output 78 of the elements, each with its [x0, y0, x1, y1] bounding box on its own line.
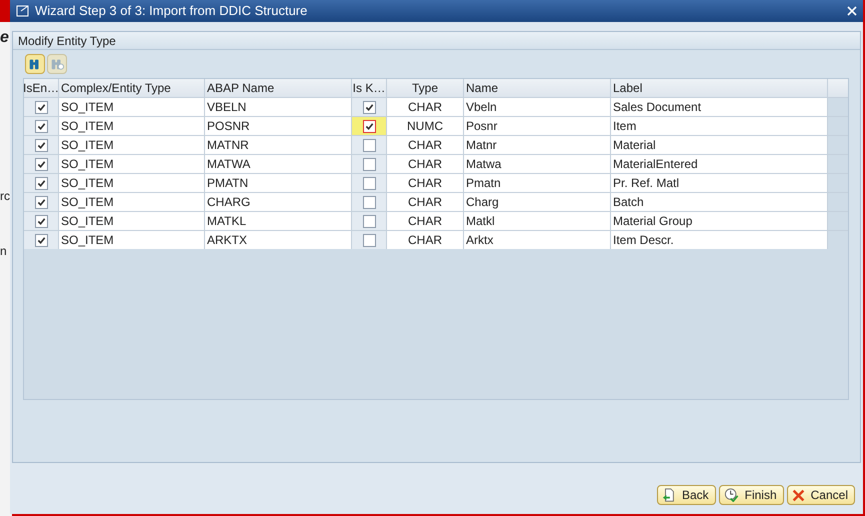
clock-check-icon [724, 488, 739, 502]
background-text: rc [0, 188, 10, 205]
table-cell: Material [611, 136, 828, 154]
checkbox[interactable] [362, 176, 376, 190]
table-cell: POSNR [205, 117, 352, 135]
find-button[interactable] [25, 54, 45, 74]
table-cell: Matwa [464, 155, 611, 173]
table-cell: MaterialEntered [611, 155, 828, 173]
table-cell: Batch [611, 193, 828, 211]
checkbox[interactable] [362, 234, 376, 246]
table-cell: Pr. Ref. Matl [611, 174, 828, 192]
checkbox[interactable] [362, 214, 376, 228]
table-cell: CHAR [387, 174, 464, 192]
table-cell: SO_ITEM [59, 193, 205, 211]
checkbox[interactable] [362, 138, 376, 152]
table-cell: CHAR [387, 98, 464, 116]
table-cell: MATNR [205, 136, 352, 154]
table-cell: SO_ITEM [59, 212, 205, 230]
window-icon [16, 5, 30, 17]
checkbox[interactable] [34, 214, 48, 228]
table-cell: Item [611, 117, 828, 135]
binoculars-icon [50, 57, 64, 71]
checkbox[interactable] [34, 176, 48, 190]
table-cell: CHAR [387, 212, 464, 230]
table-cell: NUMC [387, 117, 464, 135]
table-cell: CHAR [387, 193, 464, 211]
table-cell: SO_ITEM [59, 231, 205, 249]
checkbox[interactable] [34, 234, 48, 246]
table-cell: ARKTX [205, 231, 352, 249]
column-header[interactable]: IsEn… [24, 79, 59, 97]
finish-button[interactable]: Finish [718, 485, 784, 505]
panel-title: Modify Entity Type [18, 32, 116, 50]
table-cell: CHAR [387, 231, 464, 249]
cancel-button[interactable]: Cancel [786, 485, 855, 505]
table-cell: SO_ITEM [59, 98, 205, 116]
close-icon [847, 6, 857, 16]
window-title: Wizard Step 3 of 3: Import from DDIC Structure [35, 2, 308, 20]
table-cell: VBELN [205, 98, 352, 116]
checkbox[interactable] [362, 196, 376, 208]
background-text: e [0, 28, 9, 48]
column-header[interactable]: Label [611, 79, 828, 97]
table-cell: Pmatn [464, 174, 611, 192]
table-cell: SO_ITEM [59, 117, 205, 135]
table-cell: Matkl [464, 212, 611, 230]
checkbox[interactable] [34, 100, 48, 114]
table-cell: SO_ITEM [59, 174, 205, 192]
column-header[interactable]: Complex/Entity Type [59, 79, 205, 97]
table-cell: Charg [464, 193, 611, 211]
column-header[interactable]: ABAP Name [205, 79, 352, 97]
checkbox[interactable] [34, 158, 48, 170]
background-text: n [0, 243, 7, 260]
checkbox[interactable] [362, 100, 376, 114]
table-cell: PMATN [205, 174, 352, 192]
table-cell: Sales Document [611, 98, 828, 116]
table-cell: SO_ITEM [59, 155, 205, 173]
table-cell: Arktx [464, 231, 611, 249]
back-button[interactable]: Back [656, 485, 716, 505]
checkbox[interactable] [362, 120, 376, 132]
checkbox[interactable] [34, 120, 48, 132]
column-header[interactable]: Name [464, 79, 611, 97]
close-icon [792, 488, 805, 502]
column-header[interactable]: Is K… [352, 79, 387, 97]
table-cell: Vbeln [464, 98, 611, 116]
table-cell: SO_ITEM [59, 136, 205, 154]
column-header[interactable]: Type [387, 79, 464, 97]
table-cell: CHAR [387, 136, 464, 154]
checkbox[interactable] [34, 138, 48, 152]
table-cell: MATKL [205, 212, 352, 230]
table-cell: Posnr [464, 117, 611, 135]
table-cell: Item Descr. [611, 231, 828, 249]
table-cell: CHARG [205, 193, 352, 211]
checkbox[interactable] [362, 158, 376, 170]
page-back-icon [662, 488, 676, 502]
checkbox[interactable] [34, 196, 48, 208]
table-cell: Material Group [611, 212, 828, 230]
table-cell: Matnr [464, 136, 611, 154]
table-cell: CHAR [387, 155, 464, 173]
table-cell: MATWA [205, 155, 352, 173]
